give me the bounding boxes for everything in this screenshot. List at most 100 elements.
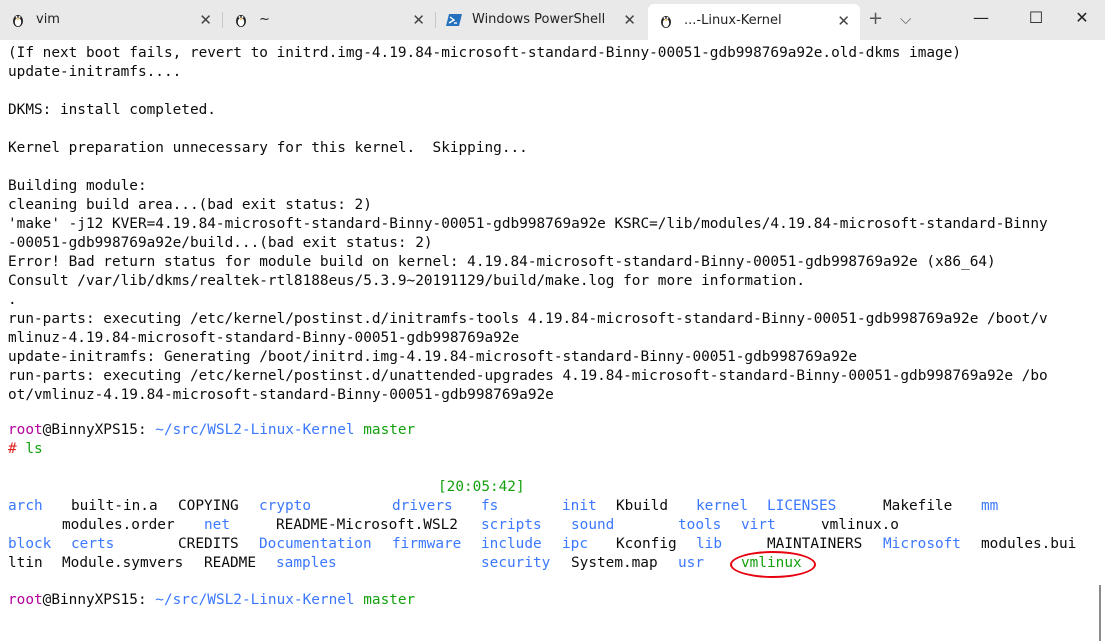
output-line: run-parts: executing /etc/kernel/postins… [8,368,1048,384]
ls-directory: lib [696,536,722,552]
chevron-down-icon[interactable]: ⌵ [900,9,911,29]
maximize-button[interactable]: ☐ [1021,8,1051,28]
prompt-branch: master [354,592,416,608]
linux-penguin-icon [658,13,674,29]
prompt-colon: : [137,422,147,438]
ls-directory: init [562,498,597,514]
output-line: Error! Bad return status for module buil… [8,254,996,270]
title-bar: vim ✕ ~ ✕ Windows PowerShell ✕ ...-Linux… [0,0,1105,40]
ls-file: modules.order [62,517,175,533]
output-line: . [8,292,17,308]
linux-penguin-icon [10,12,26,28]
shell-prompt: root@BinnyXPS15: ~/src/WSL2-Linux-Kernel… [8,591,415,610]
ls-directory: mm [981,498,999,514]
ls-directory: crypto [259,498,311,514]
linux-penguin-icon [233,12,249,28]
ls-file: built-in.a [71,498,158,514]
prompt-path: ~/src/WSL2-Linux-Kernel [146,592,355,608]
ls-directory: arch [8,498,43,514]
ls-directory: certs [71,536,115,552]
tab-label: ~ [259,12,270,27]
ls-file: CREDITS [178,536,239,552]
output-line: cleaning build area...(bad exit status: … [8,197,372,213]
prompt-branch: master [354,422,416,438]
prompt-user: root [8,422,43,438]
scrollbar-thumb[interactable] [1099,585,1101,641]
tab-home[interactable]: ~ ✕ [223,6,435,34]
ls-directory: scripts [481,517,542,533]
new-tab-icon[interactable]: + [868,9,883,29]
ls-directory: LICENSES [767,498,837,514]
output-line: ot/vmlinuz-4.19.84-microsoft-standard-Bi… [8,387,554,403]
ls-file: Kbuild [616,498,668,514]
prompt-user: root [8,592,43,608]
minimize-button[interactable]: — [966,8,996,28]
output-line: update-initramfs: Generating /boot/initr… [8,349,858,365]
ls-directory: usr [678,555,704,571]
tab-linux-kernel[interactable]: ...-Linux-Kernel ✕ [648,4,860,40]
ls-file: Makefile [883,498,953,514]
ls-directory: fs [481,498,499,514]
tab-vim[interactable]: vim ✕ [0,6,222,34]
close-tab-icon[interactable]: ✕ [623,11,636,29]
output-line: DKMS: install completed. [8,102,216,118]
ls-row-3: block certs CREDITS Documentation firmware in… [0,535,1097,554]
ls-file: modules.bui [981,536,1077,552]
command-line: # ls [8,440,43,459]
clock-readout: [20:05:42] [438,479,525,495]
ls-row-2: modules.order net README-Microsoft.WSL2 scr… [0,516,1097,535]
close-tab-icon[interactable]: ✕ [199,11,212,29]
output-line: Consult /var/lib/dkms/realtek-rtl8188eus… [8,273,806,289]
ls-file: README [204,555,256,571]
close-window-button[interactable]: ✕ [1067,8,1097,28]
prompt-host: BinnyXPS15 [51,592,138,608]
powershell-icon [446,12,462,28]
ls-directory: Microsoft [883,536,961,552]
ls-file: System.map [571,555,658,571]
scrollbar[interactable] [1097,40,1105,641]
ls-directory: net [204,517,230,533]
output-line: update-initramfs.... [8,64,182,80]
ls-directory: tools [678,517,722,533]
ls-directory: block [8,536,52,552]
output-line: Kernel preparation unnecessary for this … [8,140,528,156]
ls-row-1: arch built-in.a COPYING crypto drivers fs init… [0,497,1097,516]
ls-row-4: ltin Module.symvers README samples security S… [0,554,1097,573]
tab-label: vim [36,12,60,27]
close-tab-icon[interactable]: ✕ [837,12,850,30]
ls-directory: drivers [392,498,453,514]
prompt-path: ~/src/WSL2-Linux-Kernel [146,422,355,438]
ls-file: Kconfig [616,536,677,552]
ls-directory: sound [571,517,615,533]
ls-directory: Documentation [259,536,372,552]
ls-file: README-Microsoft.WSL2 [276,517,458,533]
output-line: -00051-gdb998769a92e/build...(bad exit s… [8,235,433,251]
output-line: (If next boot fails, revert to initrd.im… [8,45,962,61]
ls-directory: security [481,555,551,571]
terminal-output[interactable]: (If next boot fails, revert to initrd.im… [0,40,1097,618]
output-line: mlinuz-4.19.84-microsoft-standard-Binny-… [8,330,520,346]
tab-label: Windows PowerShell [472,12,606,27]
close-tab-icon[interactable]: ✕ [412,11,425,29]
prompt-hash: # [8,441,17,457]
ls-directory: virt [741,517,776,533]
output-line: Building module: [8,178,147,194]
command-text: ls [16,441,43,457]
prompt-colon: : [137,592,147,608]
ls-directory: ipc [562,536,588,552]
tab-windows-powershell[interactable]: Windows PowerShell ✕ [436,6,646,34]
ls-file: COPYING [178,498,239,514]
ls-directory: include [481,536,542,552]
ls-directory: samples [276,555,337,571]
vmlinux-highlight-circle [730,551,816,578]
tab-label: ...-Linux-Kernel [684,13,782,28]
ls-file: Module.symvers [62,555,184,571]
ls-directory: kernel [696,498,748,514]
shell-prompt: root@BinnyXPS15: ~/src/WSL2-Linux-Kernel… [8,421,415,440]
ls-file: ltin [8,555,43,571]
ls-file: vmlinux.o [821,517,899,533]
output-line: 'make' -j12 KVER=4.19.84-microsoft-stand… [8,216,1048,232]
prompt-host: BinnyXPS15 [51,422,138,438]
output-line: run-parts: executing /etc/kernel/postins… [8,311,1048,327]
ls-directory: firmware [392,536,462,552]
